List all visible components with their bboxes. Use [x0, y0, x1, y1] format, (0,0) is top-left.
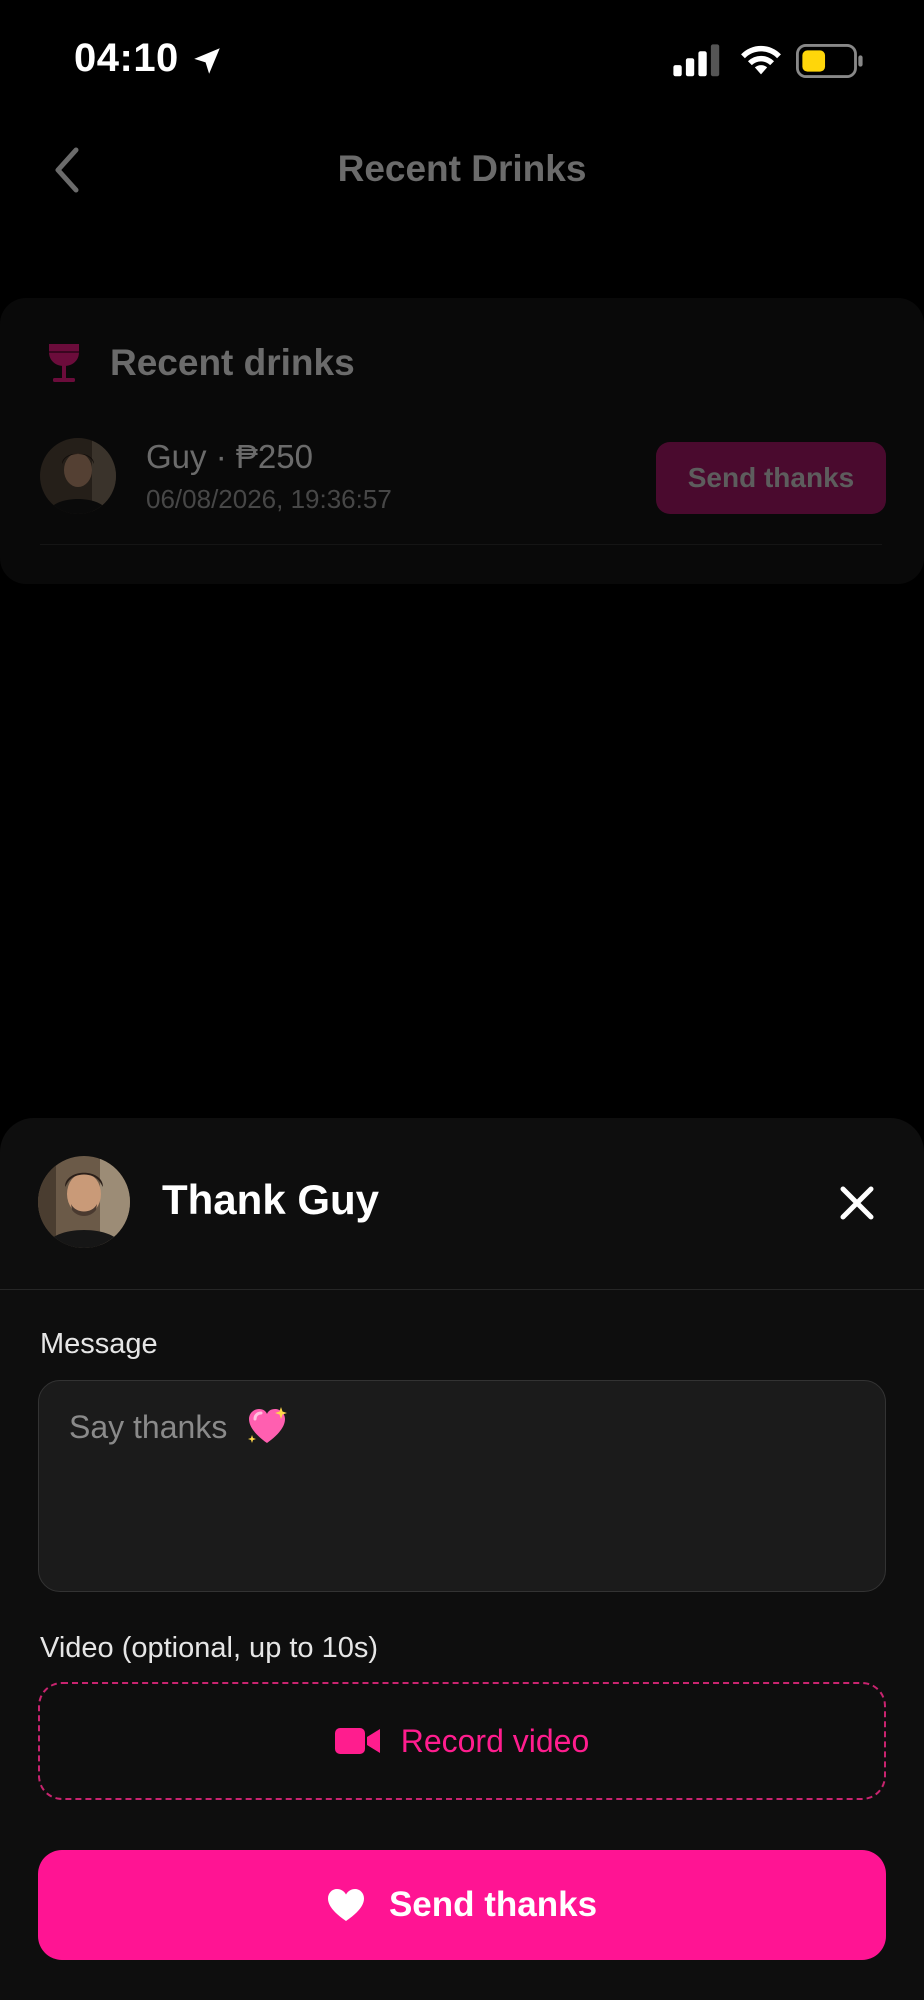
close-icon[interactable] [832, 1178, 882, 1228]
drink-sender-amount: Guy · ₱250 [146, 438, 313, 475]
divider [40, 544, 882, 545]
record-video-button[interactable]: Record video [38, 1682, 886, 1800]
send-thanks-row-button[interactable]: Send thanks [656, 442, 886, 514]
send-thanks-button[interactable]: Send thanks [38, 1850, 886, 1960]
card-header: Recent drinks [46, 338, 355, 388]
page-title: Recent Drinks [337, 148, 587, 189]
avatar [40, 438, 116, 514]
message-label: Message [40, 1328, 158, 1360]
recent-drinks-card: Recent drinks Guy · ₱250 06/08/2026, 19:… [0, 298, 924, 584]
sparkling-heart-icon [248, 1407, 287, 1443]
message-input[interactable]: Say thanks [38, 1380, 886, 1592]
message-placeholder: Say thanks [69, 1409, 228, 1445]
list-item: Guy · ₱250 06/08/2026, 19:36:57 Send tha… [40, 438, 886, 538]
sheet-header: Thank Guy [0, 1118, 924, 1290]
send-thanks-label: Send thanks [388, 1885, 598, 1924]
card-title: Recent drinks [110, 342, 355, 383]
thank-bottom-sheet: Thank Guy Message Say thanks Video (opti… [0, 1118, 924, 2000]
heart-icon [327, 1889, 364, 1921]
video-label: Video (optional, up to 10s) [40, 1632, 379, 1664]
wine-glass-icon [49, 344, 79, 382]
avatar [38, 1156, 130, 1248]
drink-timestamp: 06/08/2026, 19:36:57 [146, 484, 392, 514]
video-camera-icon [334, 1728, 380, 1754]
record-video-label: Record video [400, 1722, 590, 1759]
sheet-title: Thank Guy [162, 1176, 380, 1223]
